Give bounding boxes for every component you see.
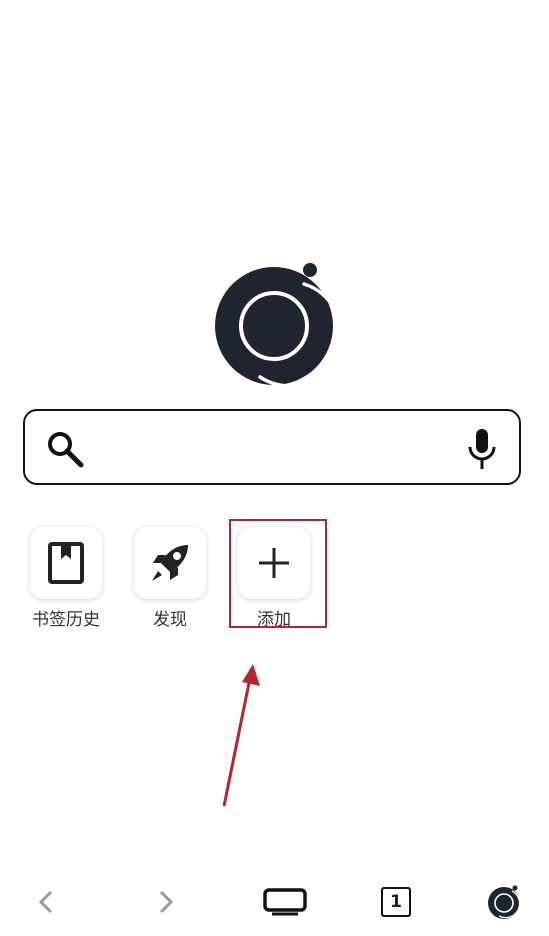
shortcut-label: 书签历史 [32,610,100,630]
tabs-button[interactable]: 1 [376,884,416,920]
microphone-icon[interactable] [467,427,497,471]
bookmark-book-icon [48,542,84,584]
forward-button[interactable] [146,884,186,920]
back-button[interactable] [26,884,66,920]
home-logo-button[interactable] [484,884,524,920]
browser-logo-icon [488,885,521,919]
screen-icon [263,888,307,916]
shortcut-label: 发现 [153,610,187,630]
shortcut-bookmarks-history[interactable]: 书签历史 [28,527,104,630]
search-bar[interactable] [23,409,521,485]
chevron-left-icon [38,890,53,914]
bottom-toolbar: 1 [0,870,549,936]
camera-lens-logo-icon [215,263,343,388]
tab-count: 1 [381,887,411,917]
shortcut-tile[interactable] [30,527,102,599]
windows-button[interactable] [262,884,308,920]
annotation-arrow [210,660,270,810]
chevron-right-icon [159,890,174,914]
search-input[interactable] [103,431,467,467]
highlight-box [229,519,327,628]
shortcut-discover[interactable]: 发现 [132,527,208,630]
search-icon [45,429,85,469]
browser-logo [212,262,343,388]
rocket-icon [152,545,188,581]
shortcut-tile[interactable] [134,527,206,599]
